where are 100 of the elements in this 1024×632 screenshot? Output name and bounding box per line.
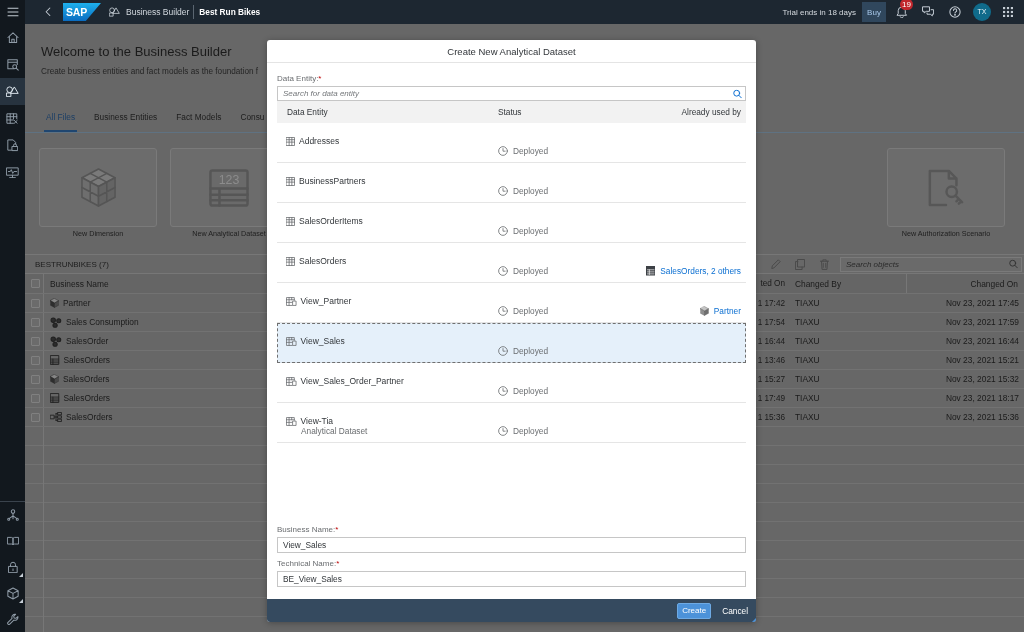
column-header[interactable]: ted On	[760, 279, 785, 288]
table-icon	[286, 216, 295, 226]
field-label: Technical Name:*	[277, 559, 340, 569]
status-text: Deployed	[513, 266, 549, 276]
trial-notice: Trial ends in 18 days	[782, 7, 856, 17]
view-icon	[286, 376, 297, 386]
bell-icon	[896, 5, 908, 19]
view-icon	[286, 296, 297, 306]
chevron-left-icon	[45, 7, 51, 17]
entity-name: SalesOrderItems	[299, 216, 363, 226]
entity-row[interactable]: View_Sales Deployed	[277, 323, 746, 363]
object-name: Partner	[63, 298, 91, 308]
shapes-icon	[109, 7, 120, 17]
changed-by: TIAXU	[795, 393, 820, 403]
dialog-title: Create New Analytical Dataset	[267, 40, 756, 63]
changed-by: TIAXU	[795, 298, 820, 308]
entity-name: SalesOrders	[299, 256, 347, 266]
create-tile[interactable]	[39, 148, 157, 227]
lock-icon	[7, 560, 18, 574]
changed-on-date: Nov 23, 2021 15:21	[945, 355, 1019, 365]
status-text: Deployed	[513, 346, 549, 356]
tab[interactable]: Fact Models	[174, 104, 224, 132]
table-icon	[286, 256, 295, 266]
gears-icon	[50, 335, 62, 347]
clock-icon	[498, 426, 508, 436]
create-button[interactable]: Create	[677, 602, 712, 619]
clock-icon	[498, 226, 508, 236]
app-title: Business Builder	[126, 7, 190, 17]
resize-grip-icon[interactable]	[752, 618, 756, 622]
cube-icon	[699, 306, 709, 316]
buy-button[interactable]: Buy	[862, 2, 886, 22]
lock-file-icon	[6, 139, 19, 152]
column-header[interactable]: Changed By	[795, 278, 842, 289]
column-header[interactable]: Changed On	[970, 278, 1018, 289]
changed-on-date: Nov 23, 2021 17:59	[945, 317, 1019, 327]
object-name: SalesOrders	[63, 355, 111, 365]
notifications-button[interactable]: 19	[892, 2, 912, 22]
cube-icon	[50, 298, 59, 308]
view-icon	[286, 416, 297, 426]
browser-search-icon	[6, 58, 19, 71]
checkbox[interactable]	[30, 317, 40, 327]
tab[interactable]: Consu	[238, 104, 267, 132]
clock-icon	[498, 306, 508, 316]
checkbox[interactable]	[30, 374, 40, 384]
checkbox[interactable]	[30, 298, 40, 308]
changed-on-date: Nov 23, 2021 15:32	[945, 374, 1019, 384]
created-time: 1 17:49	[757, 393, 785, 403]
checkbox[interactable]	[30, 355, 40, 365]
created-time: 1 17:54	[757, 317, 785, 327]
text-field[interactable]: View_Sales	[277, 537, 746, 553]
object-name: Sales Consumption	[66, 317, 139, 327]
checkbox[interactable]	[30, 336, 40, 346]
create-tile[interactable]	[887, 148, 1005, 227]
monitor-pulse-icon	[6, 166, 19, 179]
changed-by: TIAXU	[795, 336, 820, 346]
changed-by: TIAXU	[795, 374, 820, 384]
cubes-icon	[80, 168, 116, 207]
entity-name: View_Partner	[300, 296, 352, 306]
field-label: Business Name:*	[277, 525, 339, 535]
checkbox[interactable]	[30, 412, 40, 422]
used-by-link[interactable]: SalesOrders, 2 others	[660, 266, 741, 276]
search-field[interactable]: Search for data entity	[277, 86, 746, 101]
table-icon	[286, 176, 295, 186]
nav-button[interactable]	[0, 78, 25, 105]
column-header[interactable]: Business Name	[50, 278, 109, 289]
changed-by: TIAXU	[795, 317, 820, 327]
cube-icon	[6, 586, 19, 600]
changed-by: TIAXU	[795, 355, 820, 365]
status-text: Deployed	[513, 146, 549, 156]
created-time: 1 13:46	[757, 355, 785, 365]
clock-icon	[498, 186, 508, 196]
entity-name: Addresses	[299, 136, 340, 146]
text-field[interactable]: BE_View_Sales	[277, 571, 746, 587]
changed-by: TIAXU	[795, 412, 820, 422]
cancel-button[interactable]: Cancel	[722, 602, 748, 619]
created-time: 1 15:36	[757, 412, 785, 422]
dataset-icon	[50, 355, 60, 365]
search-icon	[1009, 259, 1018, 269]
dataset-icon	[645, 266, 656, 276]
entity-name: View-Tia	[300, 416, 334, 426]
logo[interactable]: SAP	[63, 3, 101, 21]
gears-icon	[50, 316, 62, 328]
hierarchy-icon	[6, 509, 19, 521]
home-icon	[6, 32, 19, 43]
clock-icon	[498, 386, 508, 396]
status-text: Deployed	[513, 386, 549, 396]
object-name: SalesOrders	[63, 393, 111, 403]
checkbox[interactable]	[30, 393, 40, 403]
object-name: SalesOrders	[66, 412, 113, 422]
created-time: 1 15:27	[757, 374, 785, 384]
column-header: Data Entity	[287, 107, 328, 117]
used-by-link[interactable]: Partner	[713, 306, 741, 316]
tab[interactable]: Business Entities	[92, 104, 160, 132]
changed-on-date: Nov 23, 2021 17:45	[945, 298, 1019, 308]
cube-icon	[50, 374, 59, 384]
object-name: SalesOrder	[66, 336, 109, 346]
checkbox[interactable]	[30, 279, 40, 288]
table-cross-icon	[6, 112, 19, 125]
created-time: 1 17:42	[757, 298, 785, 308]
entity-type: Analytical Dataset	[300, 426, 368, 436]
